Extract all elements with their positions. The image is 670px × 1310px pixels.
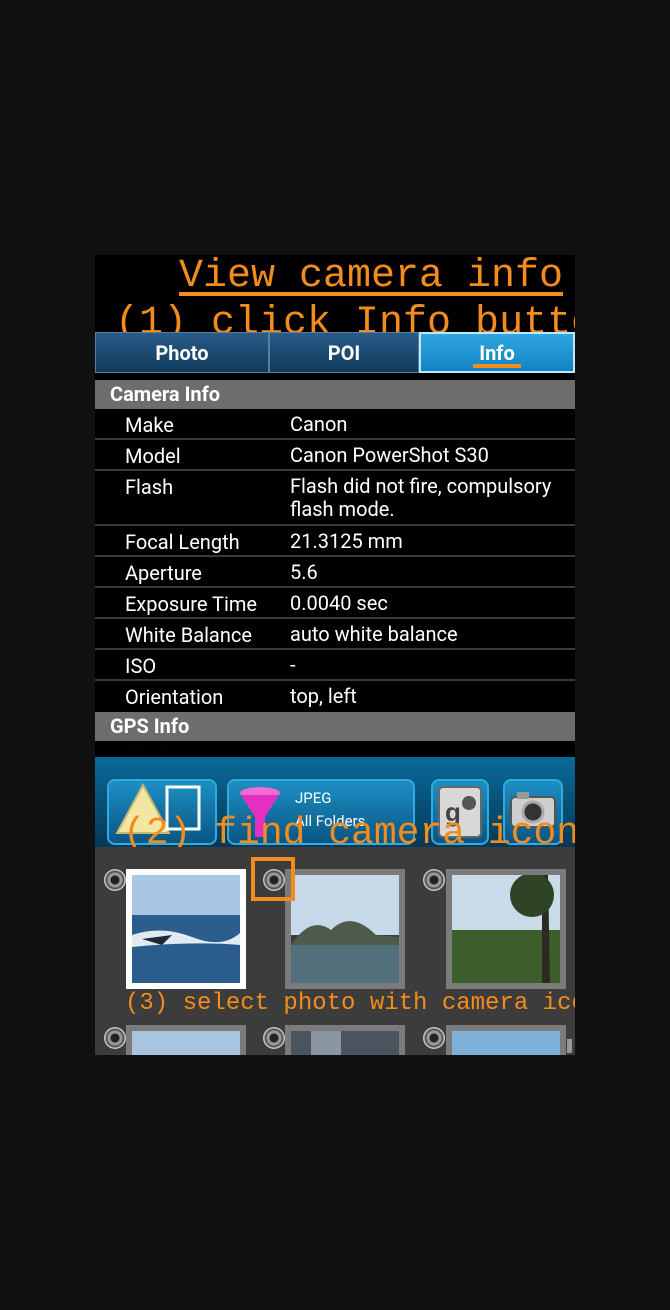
info-row-focal-length: Focal Length 21.3125 mm — [95, 526, 575, 557]
camera-badge-icon — [423, 869, 445, 891]
tab-poi[interactable]: POI — [269, 332, 419, 373]
info-key: ISO — [125, 654, 157, 678]
info-key: Exposure Time — [125, 592, 257, 616]
info-value: - — [290, 653, 296, 677]
camera-badge-icon — [423, 1027, 445, 1049]
sky-photo — [132, 1031, 240, 1055]
info-key: Flash — [125, 475, 174, 499]
camera-badge-icon — [104, 1027, 126, 1049]
coast-photo — [291, 875, 399, 983]
info-row-exposure-time: Exposure Time 0.0040 sec — [95, 588, 575, 619]
sky-photo — [452, 1031, 560, 1055]
info-value: auto white balance — [290, 622, 458, 646]
photo-grid — [95, 847, 575, 1055]
info-row-iso: ISO - — [95, 650, 575, 681]
gps-info-header: GPS Info — [95, 712, 575, 741]
info-key: White Balance — [125, 623, 252, 647]
info-key: Orientation — [125, 685, 224, 709]
tab-info[interactable]: Info — [419, 332, 575, 373]
camera-info-header: Camera Info — [95, 380, 575, 409]
info-key: Model — [125, 444, 181, 468]
photo-thumbnail[interactable] — [126, 869, 246, 989]
photo-thumbnail[interactable] — [126, 1025, 246, 1055]
tab-bar: Photo POI Info — [95, 332, 575, 375]
info-value: Flash did not fire, compulsory flash mod… — [290, 474, 552, 521]
info-row-flash: Flash Flash did not fire, compulsory fla… — [95, 471, 575, 526]
info-key: Focal Length — [125, 530, 240, 554]
info-key: Aperture — [125, 561, 202, 585]
info-row-model: Model Canon PowerShot S30 — [95, 440, 575, 471]
sea-photo — [132, 875, 240, 983]
info-value: Canon PowerShot S30 — [290, 443, 489, 467]
annotation-underline — [473, 364, 521, 368]
info-row-orientation: Orientation top, left — [95, 681, 575, 712]
camera-icon-highlight — [251, 857, 295, 901]
annotation-step3: (3) select photo with camera icon — [125, 990, 575, 1017]
landscape-photo — [452, 875, 560, 983]
camera-badge-icon — [104, 869, 126, 891]
info-row-aperture: Aperture 5.6 — [95, 557, 575, 588]
photo-thumbnail[interactable] — [446, 1025, 566, 1055]
camera-badge-icon — [263, 1027, 285, 1049]
info-row-make: Make Canon — [95, 409, 575, 440]
info-value: Canon — [290, 412, 348, 436]
photo-thumbnail[interactable] — [285, 869, 405, 989]
scrollbar[interactable] — [567, 1039, 572, 1053]
app-screen: View camera info (1) click Info button P… — [95, 255, 575, 1055]
info-key: Make — [125, 413, 174, 437]
info-value: 5.6 — [290, 560, 318, 584]
interior-photo — [291, 1031, 399, 1055]
photo-thumbnail[interactable] — [446, 869, 566, 989]
info-value: 21.3125 mm — [290, 529, 403, 553]
annotation-title: View camera info — [179, 255, 564, 299]
tab-info-label: Info — [479, 340, 515, 365]
filter-type-label: JPEG — [295, 789, 332, 807]
tab-photo[interactable]: Photo — [95, 332, 269, 373]
info-value: 0.0040 sec — [290, 591, 388, 615]
gps-row-cutoff: ── ─ — [125, 739, 168, 749]
info-value: top, left — [290, 684, 357, 708]
photo-thumbnail[interactable] — [285, 1025, 405, 1055]
info-row-white-balance: White Balance auto white balance — [95, 619, 575, 650]
